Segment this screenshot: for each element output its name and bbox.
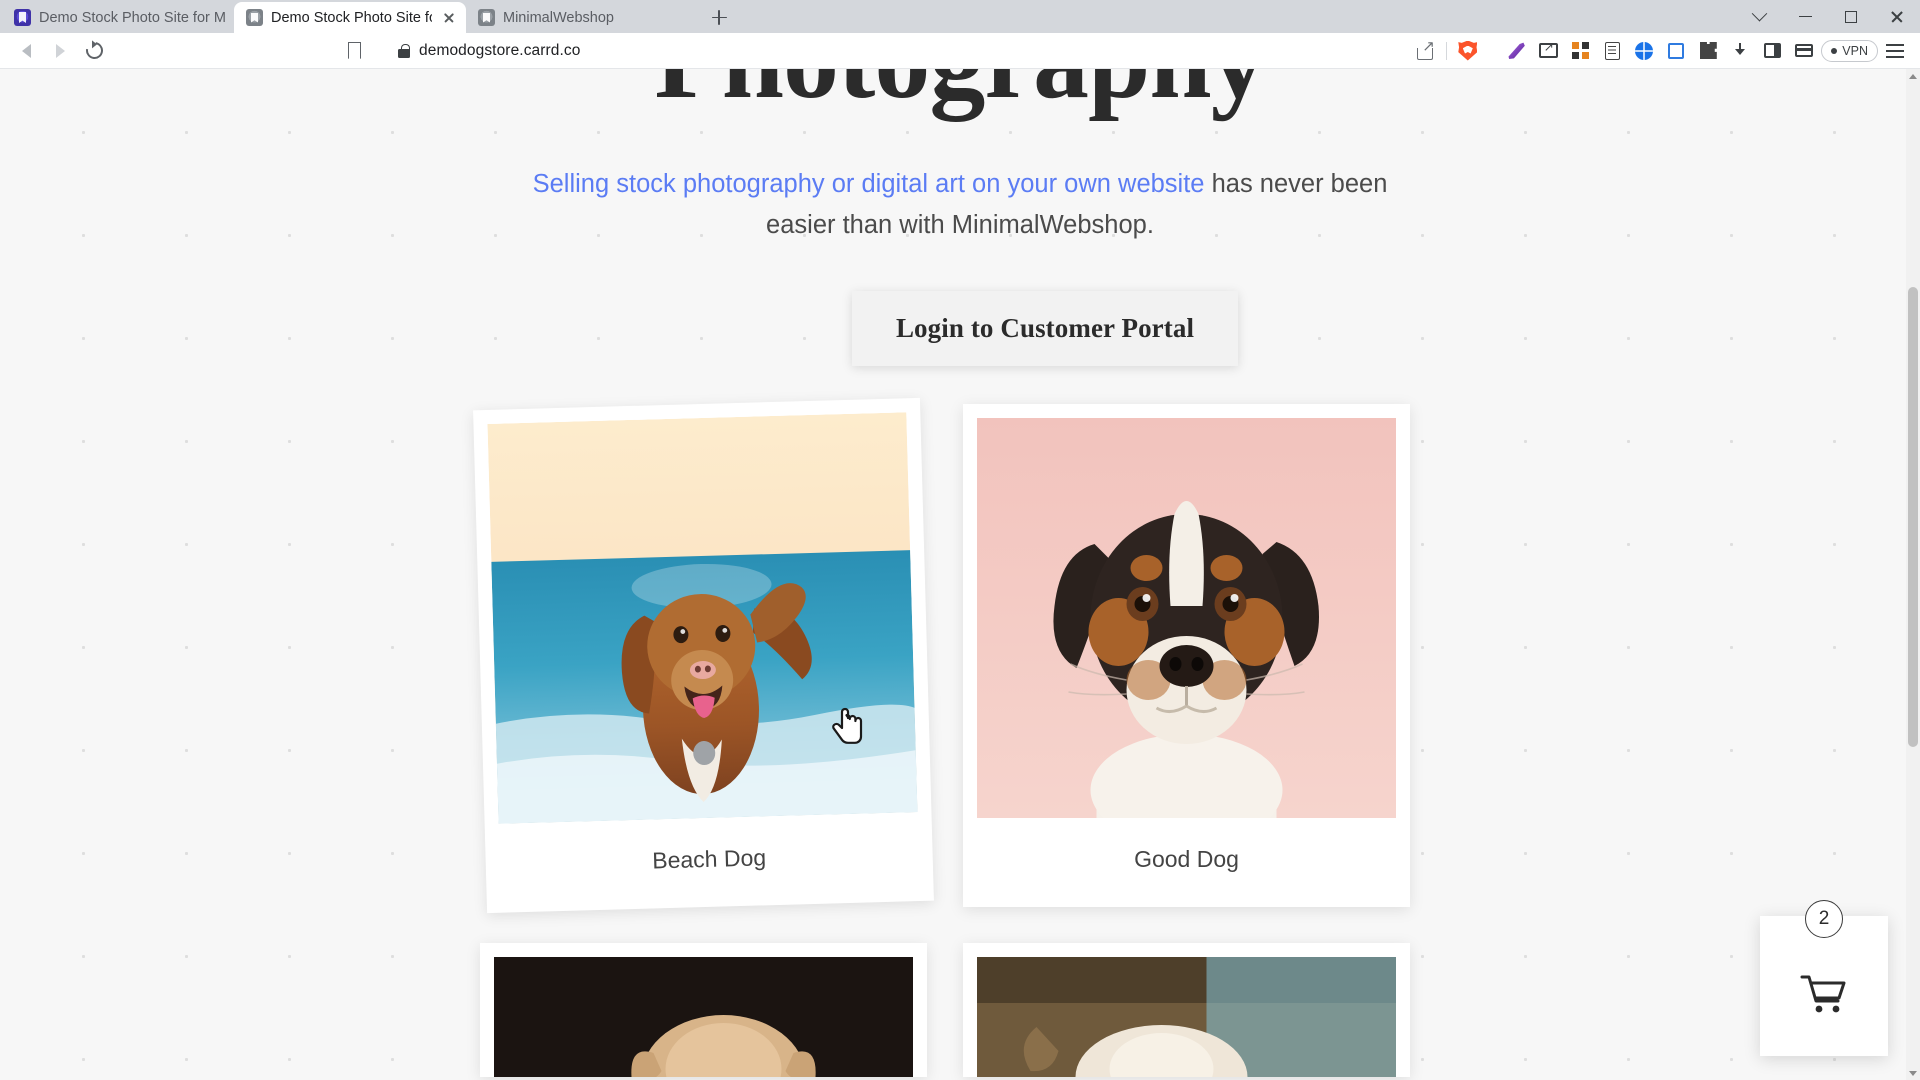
product-image-4 [977, 956, 1396, 1077]
product-grid: Beach Dog Good Dog [473, 397, 1410, 1077]
vpn-button[interactable]: VPN [1821, 36, 1878, 66]
wallet-card-icon[interactable] [1789, 36, 1819, 66]
screencast-icon[interactable] [1533, 36, 1563, 66]
web-page: Photography Selling stock photography or… [0, 69, 1906, 1080]
page-scrollbar[interactable] [1906, 69, 1920, 1080]
page-lede: Selling stock photography or digital art… [510, 164, 1410, 247]
url-text: demodogstore.carrd.co [419, 41, 581, 59]
bookmark-icon[interactable] [348, 42, 361, 59]
address-bar[interactable]: demodogstore.carrd.co [118, 35, 1488, 66]
side-panel-icon[interactable] [1757, 36, 1787, 66]
page-viewport: Photography Selling stock photography or… [0, 69, 1920, 1080]
product-card-beach-dog[interactable]: Beach Dog [473, 397, 934, 913]
brave-shield-icon[interactable] [1458, 40, 1478, 61]
forward-arrow-icon[interactable] [44, 36, 76, 66]
browser-tab-2[interactable]: MinimalWebshop [466, 2, 698, 33]
hamburger-menu-icon[interactable] [1880, 36, 1910, 66]
tab-favicon-globe-icon [478, 9, 495, 26]
page-title: Photography [0, 69, 1920, 122]
share-icon[interactable] [1417, 37, 1435, 60]
reader-icon[interactable] [1597, 36, 1627, 66]
product-image-beach-dog [487, 412, 918, 824]
lede-link[interactable]: Selling stock photography or digital art… [533, 170, 1205, 198]
tab-title: Demo Stock Photo Site for Minimalwe [39, 9, 226, 26]
puzzle-extensions-icon[interactable] [1693, 36, 1723, 66]
product-card-3[interactable] [480, 942, 927, 1077]
feather-icon[interactable] [1501, 36, 1531, 66]
globe-translate-icon[interactable] [1629, 36, 1659, 66]
close-window-button[interactable] [1874, 0, 1920, 33]
maximize-button[interactable] [1828, 0, 1874, 33]
back-arrow-icon[interactable] [10, 36, 42, 66]
scroll-down-arrow-icon[interactable] [1906, 1066, 1920, 1080]
browser-tab-0[interactable]: Demo Stock Photo Site for Minimalwe [2, 2, 234, 33]
product-card-4[interactable] [963, 942, 1410, 1077]
cart-count-badge: 2 [1805, 900, 1843, 938]
chevron-down-icon[interactable] [1736, 0, 1782, 33]
vpn-status-dot [1831, 47, 1838, 54]
window-controls [1736, 0, 1920, 33]
product-title: Good Dog [1134, 845, 1239, 872]
tab-strip: Demo Stock Photo Site for Minimalwe Demo… [0, 0, 1920, 33]
tab-favicon-globe-icon [246, 9, 263, 26]
product-image-3 [494, 956, 913, 1077]
tab-favicon-shield-icon [14, 9, 31, 26]
crop-icon[interactable] [1661, 36, 1691, 66]
qr-code-icon[interactable] [1565, 36, 1595, 66]
toolbar-divider [1446, 41, 1448, 60]
tab-close-icon[interactable] [440, 9, 458, 27]
reload-icon[interactable] [78, 36, 110, 66]
cart-panel[interactable]: 2 [1760, 900, 1888, 1056]
new-tab-button[interactable] [702, 2, 736, 33]
tab-title: MinimalWebshop [503, 9, 614, 26]
product-card-good-dog[interactable]: Good Dog [963, 403, 1410, 907]
shopping-cart-icon[interactable] [1800, 973, 1848, 1015]
browser-tab-1-active[interactable]: Demo Stock Photo Site for Minim [234, 2, 466, 33]
login-button-row: Login to Customer Portal [0, 290, 1920, 366]
vpn-label: VPN [1842, 43, 1868, 58]
scroll-up-arrow-icon[interactable] [1906, 69, 1920, 83]
extension-tray: VPN [1501, 36, 1910, 66]
product-image-good-dog [977, 417, 1396, 818]
tab-title: Demo Stock Photo Site for Minim [271, 9, 432, 26]
lock-icon [398, 43, 410, 58]
browser-window: Demo Stock Photo Site for Minimalwe Demo… [0, 0, 1920, 1080]
product-title: Beach Dog [651, 844, 767, 874]
browser-toolbar: demodogstore.carrd.co VPN [0, 33, 1920, 69]
login-to-customer-portal-button[interactable]: Login to Customer Portal [851, 290, 1239, 366]
minimize-button[interactable] [1782, 0, 1828, 33]
scrollbar-thumb[interactable] [1908, 287, 1918, 747]
download-icon[interactable] [1725, 36, 1755, 66]
